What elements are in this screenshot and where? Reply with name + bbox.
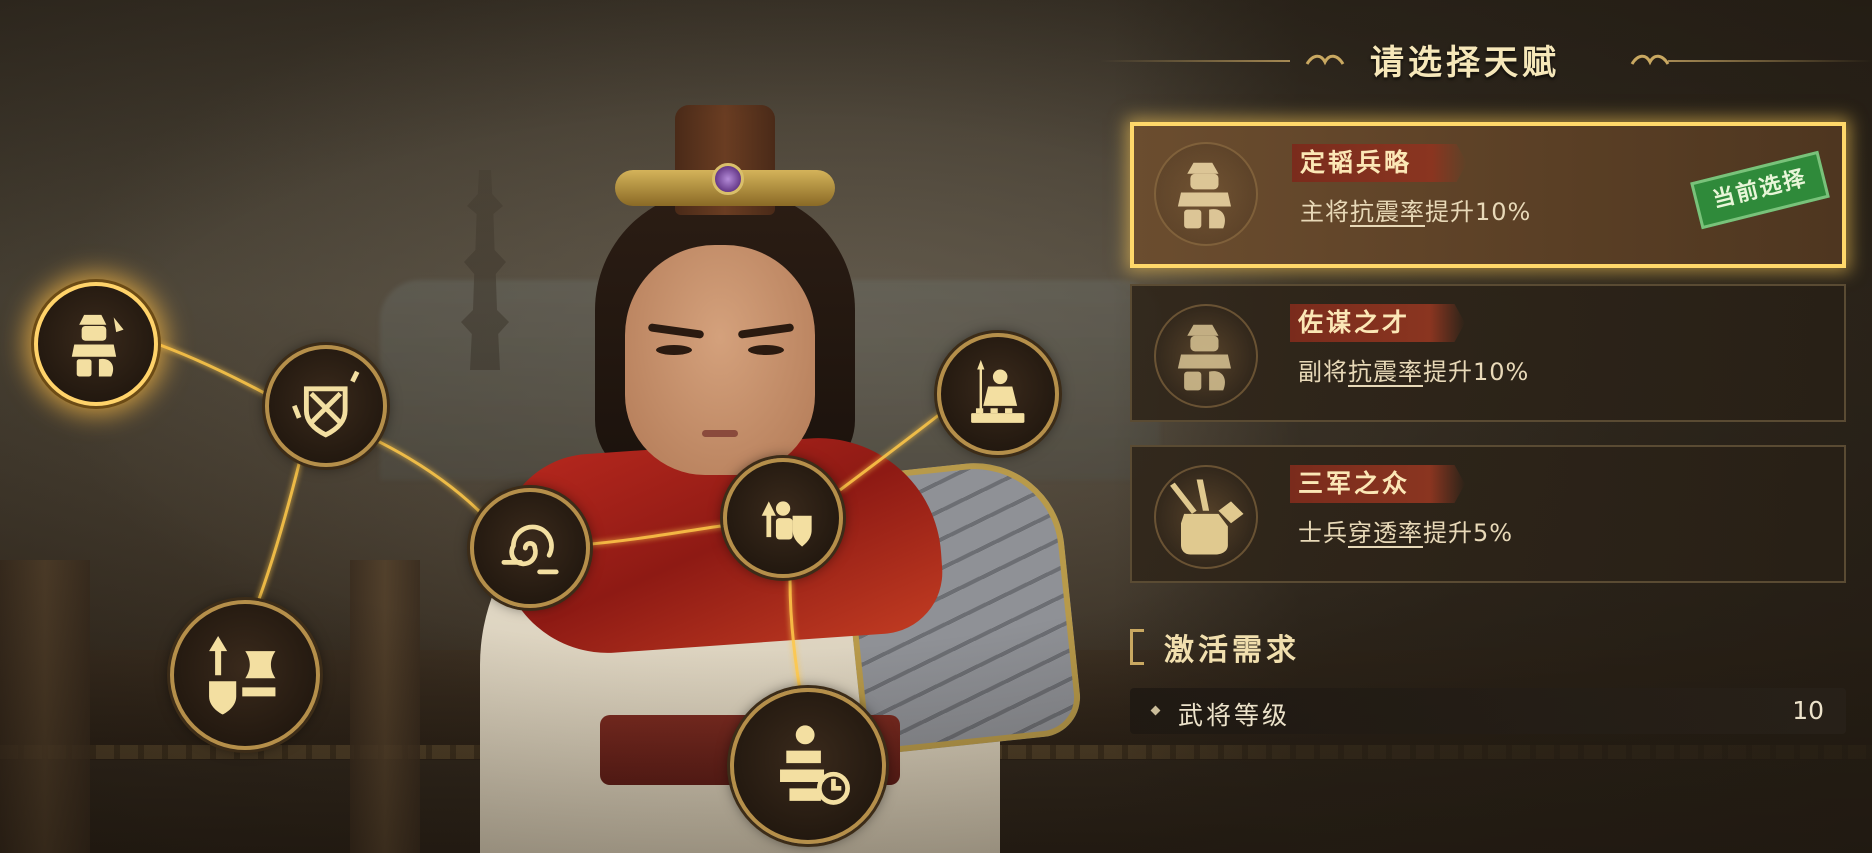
talent-card-icon [1154, 465, 1258, 569]
panel-title-row: 请选择天赋 [1100, 30, 1872, 90]
shield-crossed-swords-icon [292, 370, 360, 438]
talent-desc-effect: 提升10% [1425, 198, 1532, 226]
cloud-ornament-icon [1305, 54, 1345, 66]
tree-node-runner-clock[interactable] [730, 688, 886, 844]
talent-desc-target: 副将 [1298, 358, 1348, 386]
runner-clock-icon [779, 725, 850, 805]
current-selection-badge: 当前选择 [1690, 150, 1830, 230]
tree-link [788, 579, 802, 691]
talent-selection-panel: 请选择天赋 定韬兵略 主将抗震率提升10% 当前选择 佐谋之才 副将抗震率提升1… [1100, 0, 1872, 853]
soldier-shield-up-icon [761, 501, 812, 547]
talent-card-icon [1154, 142, 1258, 246]
talent-desc-effect: 提升10% [1423, 358, 1530, 386]
talent-name: 三军之众 [1298, 469, 1411, 498]
tree-node-shield-crossed-swords[interactable] [265, 345, 387, 467]
section-bracket-icon [1130, 629, 1144, 665]
talent-name: 佐谋之才 [1298, 308, 1411, 337]
game-screen: 请选择天赋 定韬兵略 主将抗震率提升10% 当前选择 佐谋之才 副将抗震率提升1… [0, 0, 1872, 853]
armored-general-icon [1177, 162, 1231, 229]
talent-card-1[interactable]: 定韬兵略 主将抗震率提升10% 当前选择 [1130, 122, 1846, 268]
talent-card-3[interactable]: 三军之众 士兵穿透率提升5% [1130, 445, 1846, 583]
requirement-value: 10 [1792, 696, 1824, 725]
diamond-bullet-icon [1150, 705, 1161, 716]
talent-description: 士兵穿透率提升5% [1298, 513, 1513, 548]
requirement-row: 武将等级 10 [1130, 688, 1846, 734]
tree-link [253, 459, 302, 611]
helmet-banner-icon [208, 635, 276, 715]
tree-node-swirl-wind[interactable] [470, 488, 590, 608]
talent-desc-effect: 提升5% [1423, 519, 1514, 547]
tree-node-soldier-shield-up[interactable] [723, 458, 843, 578]
talent-description: 副将抗震率提升10% [1298, 352, 1529, 387]
activation-requirements-title: 激活需求 [1164, 633, 1300, 668]
swirl-wind-icon [501, 524, 559, 575]
requirement-label: 武将等级 [1178, 701, 1291, 730]
tree-link [839, 408, 946, 492]
talent-desc-target: 主将 [1300, 198, 1350, 226]
tree-node-helmet-banner[interactable] [170, 600, 320, 750]
activation-requirements-header: 激活需求 [1130, 625, 1530, 669]
talent-card-icon [1154, 304, 1258, 408]
talent-description: 主将抗震率提升10% [1300, 192, 1531, 227]
talent-desc-stat-link[interactable]: 抗震率 [1350, 198, 1425, 226]
talent-desc-stat-link[interactable]: 抗震率 [1348, 358, 1423, 386]
talent-desc-stat-link[interactable]: 穿透率 [1348, 519, 1423, 547]
armored-general-icon [1177, 324, 1231, 391]
title-divider-right [1668, 60, 1872, 62]
fist-arrows-icon [1170, 479, 1244, 555]
spear-soldier-icon [971, 360, 1025, 424]
talent-desc-target: 士兵 [1298, 519, 1348, 547]
armored-general-icon [71, 314, 124, 377]
talent-name: 定韬兵略 [1300, 148, 1413, 177]
tree-link [579, 523, 729, 547]
tree-node-armored-general[interactable] [34, 282, 158, 406]
tree-node-spear-soldier[interactable] [937, 333, 1059, 455]
cloud-ornament-icon [1630, 54, 1670, 66]
talent-card-2[interactable]: 佐谋之才 副将抗震率提升10% [1130, 284, 1846, 422]
tree-link [159, 343, 269, 397]
panel-title: 请选择天赋 [1370, 43, 1560, 83]
title-divider-left [1100, 60, 1290, 62]
